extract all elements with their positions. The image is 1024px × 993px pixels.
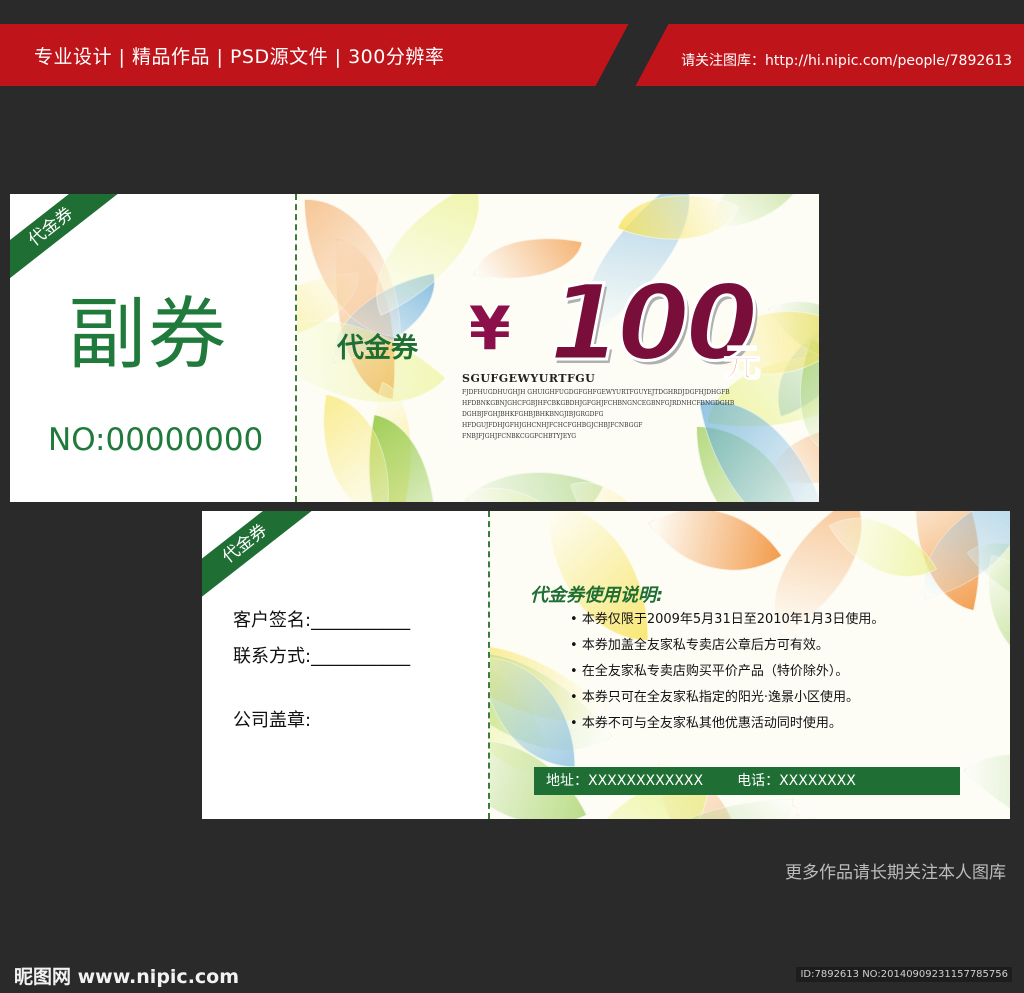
- voucher-back: 代金券 客户签名:___________ 联系方式:___________ 公司…: [202, 511, 1010, 819]
- voucher-front-stub: 代金券 副券 NO:00000000: [10, 194, 295, 502]
- company-seal-field: 公司盖章:: [233, 710, 312, 731]
- more-works-note: 更多作品请长期关注本人图库: [785, 863, 1006, 883]
- voucher-code: SGUFGEWYURTFGU: [462, 372, 596, 385]
- site-logo: 昵图网 www.nipic.com: [14, 966, 240, 988]
- banner-gallery-link[interactable]: 请关注图库：http://hi.nipic.com/people/7892613: [681, 50, 1012, 70]
- currency-unit: 元: [722, 340, 762, 386]
- leaf-decoration: [648, 511, 783, 608]
- fine-print-line: FNBJFJGHJFCNBKCGGFCHBTYJEYG: [462, 433, 577, 440]
- voucher-label: 代金券: [337, 333, 418, 364]
- address-bar: 地址：XXXXXXXXXXXX 电话：XXXXXXXX: [534, 767, 960, 795]
- voucher-front: 代金券 副券 NO:00000000 代金券 ¥ 100 元 SGUFGEWYU…: [10, 194, 819, 502]
- usage-rule: 本券不可与全友家私其他优惠活动同时使用。: [570, 711, 884, 737]
- leaf-decoration: [795, 799, 901, 819]
- fine-print-line: HFDBNKGBNJGHCFGBJHFCBKGBDHJGFGHJFCHBNGNC…: [462, 400, 735, 407]
- usage-rule: 本券仅限于2009年5月31日至2010年1月3日使用。: [570, 607, 885, 633]
- fine-print-line: HFDGUJFDHJGFHJGHCNHJFCHCFGHBGJCHBJFCNBGG…: [462, 422, 643, 429]
- phone-text: 电话：XXXXXXXX: [737, 773, 856, 789]
- image-id-line: ID:7892613 NO:20140909231157785756: [796, 967, 1012, 982]
- usage-rule: 在全友家私专卖店购买平价产品（特价除外）。: [570, 659, 884, 685]
- customer-signature-field: 客户签名:___________: [233, 610, 411, 631]
- serial-number: NO:00000000: [48, 422, 264, 458]
- voucher-front-artwork: 代金券 ¥ 100 元 SGUFGEWYURTFGU FJDFHUGDHUGHJ…: [297, 194, 819, 502]
- fine-print-line: FJDFHUGDHUGHJH GHUIGHFUGDGFGHFGEWYURTFGU…: [462, 389, 730, 396]
- leaf-decoration: [963, 707, 1010, 819]
- fine-print: FJDFHUGDHUGHJH GHUIGHFUGDGFGHFGEWYURTFGU…: [462, 387, 762, 442]
- voucher-back-stub: 代金券 客户签名:___________ 联系方式:___________ 公司…: [202, 511, 488, 819]
- banner-features: 专业设计 | 精品作品 | PSD源文件 | 300分辨率: [34, 46, 445, 68]
- currency-symbol: ¥: [469, 294, 511, 364]
- stub-title: 副券: [68, 290, 229, 380]
- corner-label-band: 代金券: [202, 511, 322, 609]
- contact-field: 联系方式:___________: [233, 646, 411, 667]
- usage-rule: 本券只可在全友家私指定的阳光·逸景小区使用。: [570, 685, 884, 711]
- fine-print-line: DGHBJFGHJBHKFGHBJBHKBNGJIBJGRGDFG: [462, 411, 604, 418]
- leaf-decoration: [943, 813, 1010, 819]
- top-banner: 专业设计 | 精品作品 | PSD源文件 | 300分辨率 请关注图库：http…: [0, 24, 1024, 86]
- banner-divider: [595, 24, 669, 86]
- usage-rules: 本券仅限于2009年5月31日至2010年1月3日使用。 本券加盖全友家私专卖店…: [570, 607, 885, 737]
- signature-fields: 客户签名:___________ 联系方式:___________ 公司盖章:: [233, 603, 410, 739]
- usage-rule: 本券加盖全友家私专卖店公章后方可有效。: [570, 633, 884, 659]
- usage-title: 代金券使用说明:: [530, 585, 664, 606]
- voucher-back-artwork: 代金券使用说明: 本券仅限于2009年5月31日至2010年1月3日使用。 本券…: [490, 511, 1010, 819]
- address-text: 地址：XXXXXXXXXXXX: [546, 773, 704, 789]
